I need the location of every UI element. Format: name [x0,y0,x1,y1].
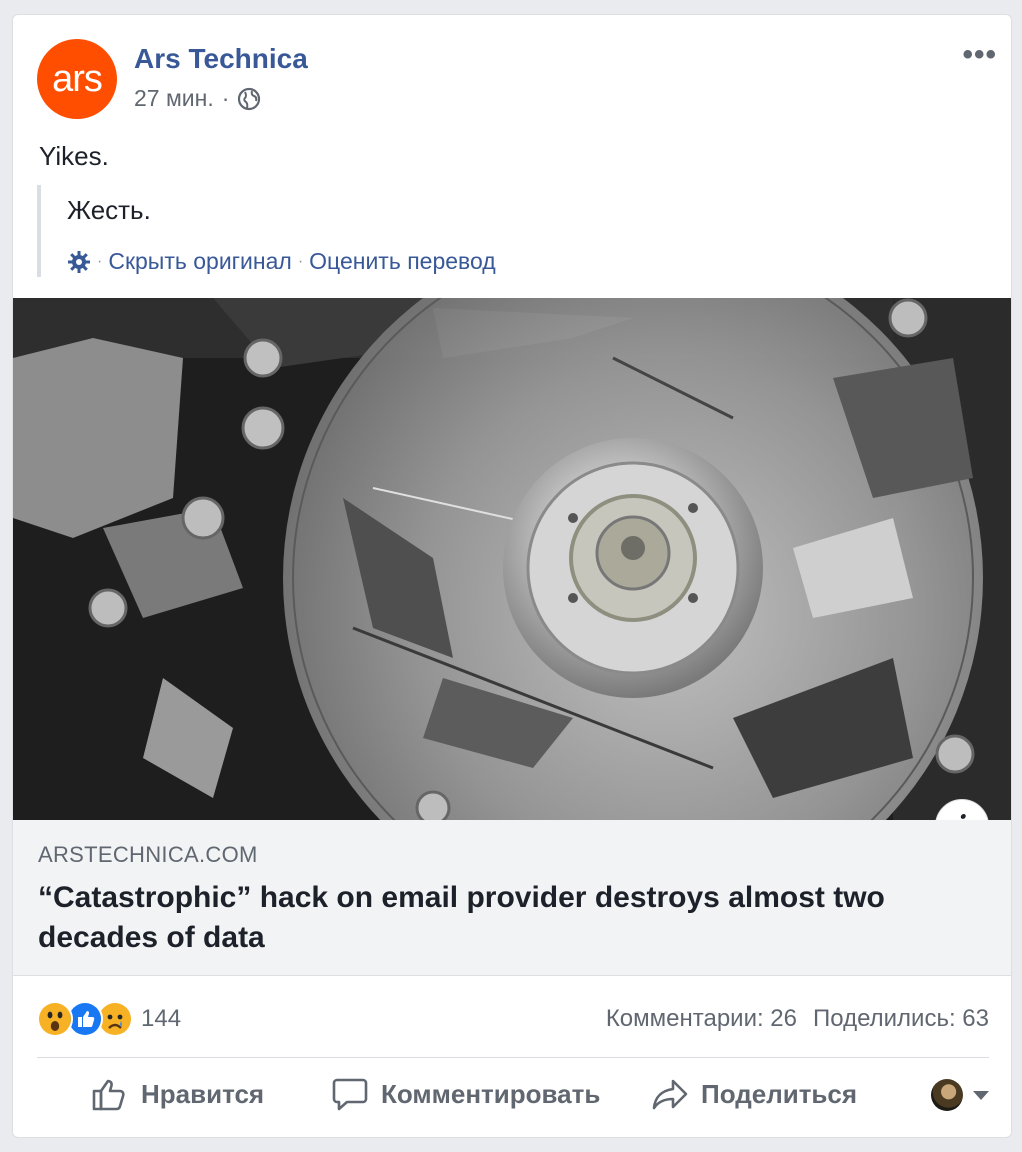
hide-original-link[interactable]: Скрыть оригинал [108,248,291,275]
chevron-down-icon [973,1090,989,1100]
translation-actions: · Скрыть оригинал · Оценить перевод [67,248,767,275]
globe-icon[interactable] [237,87,261,111]
meta-separator: · [221,85,230,111]
action-bar: Нравится Комментировать Поделиться [13,1075,1011,1125]
link-domain: ARSTECHNICA.COM [38,842,258,867]
share-label: Поделиться [701,1078,858,1109]
translated-text: Жесть. [67,195,151,225]
avatar-logo-text: ars [52,57,103,100]
translation-dot: · [297,252,304,270]
like-label: Нравится [141,1078,265,1109]
share-arrow-icon [652,1079,688,1110]
link-headline[interactable]: “Catastrophic” hack on email provider de… [38,878,978,958]
post-time[interactable]: 27 мин. [134,85,214,112]
link-preview-image[interactable] [13,298,1011,820]
page-avatar[interactable]: ars [37,39,117,119]
comment-label: Комментировать [381,1078,601,1109]
shattered-hard-drive-image [13,298,1011,820]
viewer-avatar [931,1079,963,1111]
rate-translation-link[interactable]: Оценить перевод [309,248,496,275]
thumbs-up-icon [92,1079,125,1111]
share-button[interactable]: Поделиться [651,1075,857,1113]
translation-block: Жесть. · Скрыть оригинал · Оценить перев… [37,185,767,277]
post-text: Yikes. [39,141,109,171]
reaction-identity-selector[interactable] [931,1079,989,1111]
shares-count-link[interactable]: Поделились: 63 [813,1005,989,1033]
like-button[interactable]: Нравится [91,1075,264,1113]
translation-dot: · [97,252,103,270]
reactions-summary[interactable]: 144 [37,1001,181,1037]
comment-button[interactable]: Комментировать [331,1075,600,1113]
reaction-count: 144 [141,1005,182,1032]
link-info[interactable]: ARSTECHNICA.COM “Catastrophic” hack on e… [13,820,1011,976]
divider [37,1057,989,1058]
comment-bubble-icon [332,1078,368,1111]
post-meta: 27 мин. · [134,85,261,112]
more-options-icon[interactable]: ••• [962,40,997,70]
comments-count-link[interactable]: Комментарии: 26 [606,1005,797,1033]
gear-icon[interactable] [67,250,91,274]
page-name-link[interactable]: Ars Technica [134,43,308,75]
engagement-stats: Комментарии: 26 Поделились: 63 [606,1005,989,1033]
wow-icon [37,1001,73,1037]
post-card: ars Ars Technica 27 мин. · ••• Yikes. Же… [12,14,1012,1138]
